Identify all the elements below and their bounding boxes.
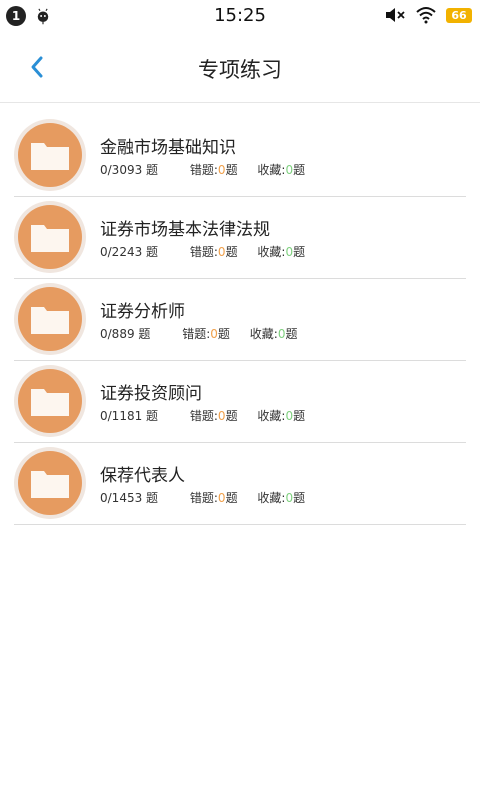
fav-unit: 题 — [293, 163, 306, 177]
item-title: 金融市场基础知识 — [100, 138, 236, 158]
fav-count-group: 收藏:0题 — [250, 325, 298, 342]
fav-count-group: 收藏:0题 — [257, 161, 305, 178]
fav-count-group: 收藏:0题 — [257, 407, 305, 424]
folder-icon-circle — [18, 123, 82, 187]
folder-avatar — [14, 283, 86, 355]
fav-label: 收藏: — [249, 327, 278, 341]
item-meta: 0/2243 题 错题:0题 收藏:0题 — [100, 243, 305, 260]
item-title: 证券分析师 — [100, 302, 185, 322]
folder-icon — [31, 471, 69, 498]
item-meta: 0/1453 题 错题:0题 收藏:0题 — [100, 489, 305, 506]
wrong-count-group: 错题:0题 — [190, 161, 238, 178]
nav-bar: 专项练习 — [0, 32, 480, 103]
folder-icon — [31, 225, 69, 252]
page-title: 专项练习 — [198, 58, 282, 82]
wrong-unit: 题 — [217, 327, 230, 341]
item-meta: 0/889 题 错题:0题 收藏:0题 — [100, 325, 297, 342]
wrong-unit: 题 — [225, 163, 238, 177]
fav-count-group: 收藏:0题 — [257, 243, 305, 260]
fav-label: 收藏: — [257, 491, 286, 505]
item-title: 保荐代表人 — [100, 466, 185, 486]
list-item[interactable]: 证券投资顾问 0/1181 题 错题:0题 收藏:0题 — [14, 361, 466, 443]
folder-icon-circle — [18, 205, 82, 269]
wrong-unit: 题 — [225, 409, 238, 423]
wrong-label: 错题: — [189, 409, 218, 423]
item-title: 证券投资顾问 — [100, 384, 202, 404]
wrong-count: 0 — [210, 327, 218, 341]
wrong-label: 错题: — [189, 491, 218, 505]
folder-icon — [31, 307, 69, 334]
list-item[interactable]: 证券分析师 0/889 题 错题:0题 收藏:0题 — [14, 279, 466, 361]
wrong-unit: 题 — [225, 491, 238, 505]
folder-icon-circle — [18, 369, 82, 433]
folder-avatar — [14, 447, 86, 519]
folder-avatar — [14, 201, 86, 273]
fav-unit: 题 — [293, 491, 306, 505]
item-progress: 0/3093 题 — [100, 163, 159, 177]
fav-label: 收藏: — [257, 245, 286, 259]
wrong-count-group: 错题:0题 — [190, 407, 238, 424]
fav-count: 0 — [285, 245, 294, 259]
item-progress: 0/1453 题 — [100, 491, 159, 505]
item-progress: 0/889 题 — [100, 327, 151, 341]
category-list: 金融市场基础知识 0/3093 题 错题:0题 收藏:0题 证券市场基本法律法规… — [0, 115, 480, 525]
status-right: 66 — [384, 6, 472, 24]
wrong-label: 错题: — [189, 163, 218, 177]
list-item[interactable]: 金融市场基础知识 0/3093 题 错题:0题 收藏:0题 — [14, 115, 466, 197]
folder-icon — [31, 389, 69, 416]
wrong-count-group: 错题:0题 — [190, 243, 238, 260]
wrong-count: 0 — [217, 163, 226, 177]
folder-icon-circle — [18, 287, 82, 351]
fav-unit: 题 — [285, 327, 298, 341]
wrong-label: 错题: — [189, 245, 218, 259]
fav-unit: 题 — [293, 245, 306, 259]
status-bar: 1 15:25 66 — [0, 0, 480, 32]
wifi-icon — [416, 7, 436, 24]
wrong-label: 错题: — [182, 327, 211, 341]
fav-unit: 题 — [293, 409, 306, 423]
wrong-count: 0 — [217, 491, 226, 505]
wrong-count-group: 错题:0题 — [182, 325, 230, 342]
item-progress: 0/1181 题 — [100, 409, 159, 423]
fav-label: 收藏: — [257, 409, 286, 423]
battery-icon: 66 — [446, 7, 472, 23]
volume-mute-icon — [386, 8, 405, 22]
wrong-count-group: 错题:0题 — [190, 489, 238, 506]
folder-avatar — [14, 365, 86, 437]
folder-icon — [31, 143, 69, 170]
fav-count: 0 — [285, 491, 294, 505]
item-progress: 0/2243 题 — [100, 245, 159, 259]
fav-count-group: 收藏:0题 — [257, 489, 305, 506]
folder-avatar — [14, 119, 86, 191]
wrong-unit: 题 — [225, 245, 238, 259]
fav-label: 收藏: — [257, 163, 286, 177]
list-item[interactable]: 证券市场基本法律法规 0/2243 题 错题:0题 收藏:0题 — [14, 197, 466, 279]
item-title: 证券市场基本法律法规 — [100, 220, 270, 240]
item-meta: 0/3093 题 错题:0题 收藏:0题 — [100, 161, 305, 178]
fav-count: 0 — [285, 163, 294, 177]
wrong-count: 0 — [217, 409, 226, 423]
list-item[interactable]: 保荐代表人 0/1453 题 错题:0题 收藏:0题 — [14, 443, 466, 525]
item-meta: 0/1181 题 错题:0题 收藏:0题 — [100, 407, 305, 424]
fav-count: 0 — [285, 409, 294, 423]
wrong-count: 0 — [217, 245, 226, 259]
folder-icon-circle — [18, 451, 82, 515]
